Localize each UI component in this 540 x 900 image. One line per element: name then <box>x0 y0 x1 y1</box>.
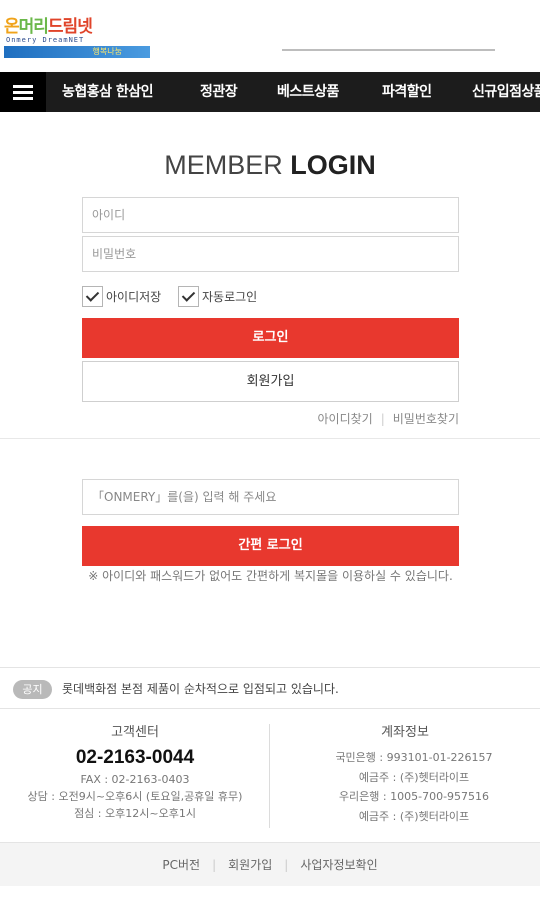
hamburger-icon <box>13 85 33 88</box>
footer-link-business-info[interactable]: 사업자정보확인 <box>300 858 377 872</box>
nav-item-new[interactable]: 신규입점상품 <box>472 72 540 112</box>
customer-center-fax: FAX : 02-2163-0403 <box>80 773 190 786</box>
easy-login-note: ※ 아이디와 패스워드가 없어도 간편하게 복지몰을 이용하실 수 있습니다. <box>88 569 453 583</box>
notice-bar[interactable]: 공지 롯데백화점 본점 제품이 순차적으로 입점되고 있습니다. <box>0 667 540 709</box>
auto-login-checkbox[interactable] <box>178 285 199 307</box>
page-title: MEMBER LOGIN <box>164 150 376 180</box>
auto-login-label: 자동로그인 <box>202 289 258 304</box>
footer-separator: | <box>212 858 217 872</box>
footer-link-join[interactable]: 회원가입 <box>228 858 272 872</box>
hamburger-menu-button[interactable] <box>0 72 46 112</box>
save-id-option[interactable]: 아이디저장 <box>82 284 161 308</box>
easy-login-input[interactable]: 「ONMERY」를(을) 입력 해 주세요 <box>82 479 459 515</box>
site-logo[interactable]: 온머리드림넷 Onmery DreamNET 행복나눔 <box>4 18 150 58</box>
logo-subtitle: Onmery DreamNET <box>6 36 85 44</box>
password-input[interactable]: 비밀번호 <box>82 236 459 272</box>
save-id-checkbox[interactable] <box>82 285 103 307</box>
customer-center-phone[interactable]: 02-2163-0044 <box>0 745 270 771</box>
find-account-links: 아이디찾기 | 비밀번호찾기 <box>318 410 460 427</box>
notice-badge: 공지 <box>13 680 52 699</box>
account-line: 예금주 : (주)헷터라이프 <box>358 770 470 784</box>
main-nav: 농협홍삼 한삼인 정관장 베스트상품 파격할인 신규입점상품 <box>0 72 540 112</box>
site-header: 온머리드림넷 Onmery DreamNET 행복나눔 <box>0 0 540 72</box>
find-links-separator: | <box>380 412 385 426</box>
user-id-input[interactable]: 아이디 <box>82 197 459 233</box>
section-divider <box>0 438 540 439</box>
auto-login-option[interactable]: 자동로그인 <box>178 284 257 308</box>
footer-link-pc-version[interactable]: PC버전 <box>162 858 200 872</box>
logo-wordmark: 온머리드림넷 <box>4 17 93 37</box>
find-password-link[interactable]: 비밀번호찾기 <box>393 412 459 426</box>
customer-center-lunch: 점심 : 오후12시~오후1시 <box>74 807 196 820</box>
account-line: 국민은행 : 993101-01-226157 <box>335 751 493 764</box>
login-button[interactable]: 로그인 <box>82 318 459 358</box>
account-line: 예금주 : (주)헷터라이프 <box>358 809 470 823</box>
join-button[interactable]: 회원가입 <box>82 361 459 402</box>
customer-center-hours: 상담 : 오전9시~오후6시 (토요일,공휴일 휴무) <box>27 790 243 803</box>
nav-item-best[interactable]: 베스트상품 <box>277 72 339 112</box>
easy-login-button[interactable]: 간편 로그인 <box>82 526 459 566</box>
account-info-title: 계좌정보 <box>381 725 429 740</box>
notice-text[interactable]: 롯데백화점 본점 제품이 순차적으로 입점되고 있습니다. <box>62 679 339 699</box>
account-info: 계좌정보 국민은행 : 993101-01-226157 예금주 : (주)헷터… <box>270 718 540 830</box>
nav-item-jeonggwanjang[interactable]: 정관장 <box>200 72 238 112</box>
customer-center: 고객센터 02-2163-0044 FAX : 02-2163-0403 상담 … <box>0 718 270 830</box>
site-footer: PC버전 | 회원가입 | 사업자정보확인 <box>0 842 540 886</box>
logo-tagline: 행복나눔 <box>4 46 150 58</box>
header-divider <box>282 49 495 51</box>
save-id-label: 아이디저장 <box>106 289 162 304</box>
find-id-link[interactable]: 아이디찾기 <box>318 412 373 426</box>
account-line: 우리은행 : 1005-700-957516 <box>338 790 490 803</box>
footer-separator: | <box>284 858 289 872</box>
nav-item-hansamin[interactable]: 농협홍삼 한삼인 <box>62 72 154 112</box>
nav-item-sale[interactable]: 파격할인 <box>382 72 432 112</box>
account-info-list: 국민은행 : 993101-01-226157 예금주 : (주)헷터라이프 우… <box>270 748 540 826</box>
customer-center-title: 고객센터 <box>111 725 159 740</box>
